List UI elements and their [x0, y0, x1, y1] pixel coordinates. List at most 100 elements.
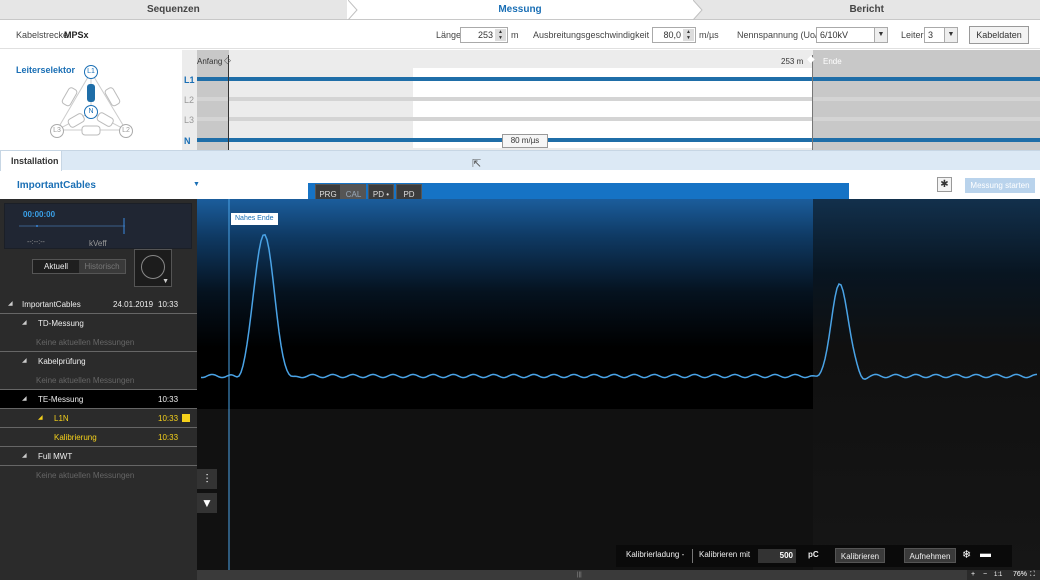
- node-l3[interactable]: L3: [50, 124, 64, 138]
- tab-strip: [0, 150, 1040, 170]
- chevron-down-icon: ▼: [162, 278, 169, 285]
- meter-dash: --:--:--: [27, 239, 45, 246]
- row-label-n: N: [184, 136, 191, 146]
- gear-icon: ✱: [940, 179, 949, 190]
- zoom-ratio[interactable]: 1:1: [994, 570, 1002, 580]
- kal-value-input[interactable]: 500: [758, 549, 796, 563]
- near-end-marker-label: Nahes Ende: [231, 213, 278, 225]
- aufnehmen-button[interactable]: Aufnehmen: [904, 548, 956, 563]
- conductor-line-l2[interactable]: [197, 97, 1040, 101]
- conductor-line-l1[interactable]: [197, 77, 1040, 81]
- speed-unit: m/µs: [699, 30, 719, 40]
- step-messung[interactable]: Messung: [346, 0, 694, 19]
- calibration-bar: Kalibrierladung - Kalibrieren mit 500 pC…: [616, 545, 1012, 567]
- mouse-cursor-icon: ⇱: [472, 158, 482, 170]
- tree-item-root[interactable]: ◢ ImportantCables 24.01.2019 10:33: [0, 295, 197, 314]
- laenge-input[interactable]: 253 ▲ ▼: [460, 27, 508, 43]
- spinner-arrows-icon[interactable]: ▲ ▼: [495, 29, 506, 41]
- tree-item-empty: Keine aktuellen Messungen: [36, 471, 135, 480]
- kalibrieren-button[interactable]: Kalibrieren: [835, 548, 885, 563]
- toggle-historisch[interactable]: Historisch: [79, 260, 125, 273]
- expand-triangle-icon[interactable]: ◢: [38, 409, 43, 428]
- conductor-line-n[interactable]: [197, 138, 1040, 142]
- leiter-select[interactable]: 3 ▼: [924, 27, 958, 43]
- start-handle-icon[interactable]: ◇: [224, 55, 231, 66]
- speed-label: Ausbreitungsgeschwindigkeit (v/2): [533, 30, 670, 40]
- pd-trace-line: [201, 233, 1038, 380]
- tree-item-kalibrierung[interactable]: Kalibrierung 10:33: [0, 428, 197, 447]
- chevron-down-icon: ▼: [944, 28, 957, 42]
- snowflake-icon[interactable]: ❄: [962, 548, 971, 561]
- tree-item-empty: Keine aktuellen Messungen: [0, 333, 197, 352]
- tree-item-empty: Keine aktuellen Messungen: [0, 371, 197, 390]
- laenge-label: Länge: [436, 30, 462, 40]
- fullscreen-icon[interactable]: ⛶: [1030, 570, 1035, 580]
- end-handle-icon[interactable]: ◆: [807, 54, 815, 65]
- voltage-meter: 00:00:00 --:--:-- kVeff: [4, 203, 192, 249]
- settings-button[interactable]: ✱: [937, 177, 952, 192]
- toggle-aktuell[interactable]: Aktuell: [33, 260, 79, 273]
- filter-icon[interactable]: ▼: [197, 493, 217, 513]
- pd-trace: [201, 199, 1038, 571]
- row-label-l1: L1: [184, 75, 195, 85]
- knob-dial-icon: [141, 255, 165, 279]
- node-l2[interactable]: L2: [119, 124, 133, 138]
- equalizer-icon[interactable]: ⫶: [197, 469, 217, 489]
- kal-unit: pC: [808, 550, 819, 559]
- folder-icon[interactable]: ▬: [980, 548, 991, 560]
- kabeldaten-button[interactable]: Kabeldaten: [969, 26, 1029, 44]
- step-arrow-icon: [693, 0, 703, 20]
- voltage-knob[interactable]: ▼: [134, 249, 172, 287]
- cable-label: Kabelstrecke: [16, 30, 69, 40]
- selected-marker-icon: [182, 414, 190, 422]
- node-l1[interactable]: L1: [84, 65, 98, 79]
- tree-item-kabelpruefung[interactable]: ◢ Kabelprüfung: [0, 352, 197, 371]
- row-label-l2: L2: [184, 95, 195, 105]
- plot-scrollbar[interactable]: |||: [197, 570, 967, 580]
- zoom-in-icon[interactable]: +: [971, 570, 975, 580]
- expand-triangle-icon[interactable]: ◢: [22, 352, 27, 371]
- speed-input[interactable]: 80,0 ▲ ▼: [652, 27, 696, 43]
- node-n[interactable]: N: [84, 105, 98, 119]
- conductor-line-l3[interactable]: [197, 117, 1040, 121]
- start-measurement-button[interactable]: Messung starten: [965, 178, 1035, 193]
- cable-params-bar: Kabelstrecke MPSx Länge 253 ▲ ▼ m Ausbrei…: [0, 21, 1040, 49]
- expand-triangle-icon[interactable]: ◢: [22, 447, 27, 466]
- tree-item-full-mwt[interactable]: ◢ Full MWT: [0, 447, 197, 466]
- speed-tooltip: 80 m/µs: [502, 134, 548, 148]
- end-marker-line[interactable]: [812, 55, 813, 150]
- kal-label: Kalibrierladung -: [626, 550, 685, 559]
- wizard-steps: Sequenzen Messung Bericht: [0, 0, 1040, 20]
- start-marker-line[interactable]: [228, 55, 229, 150]
- current-history-toggle[interactable]: Aktuell Historisch: [32, 259, 126, 274]
- ende-label: Ende: [823, 57, 842, 66]
- tree-item-td-messung[interactable]: ◢ TD-Messung: [0, 314, 197, 333]
- voltage-label: Nennspannung (Uo/U): [737, 30, 828, 40]
- anfang-label: Anfang: [197, 57, 223, 66]
- leiterselektor-panel: Leiterselektor L1 N L3 L2: [0, 50, 182, 150]
- measurement-sidebar: 00:00:00 --:--:-- kVeff Aktuell Historis…: [0, 199, 197, 580]
- chevron-down-icon[interactable]: ▼: [193, 181, 200, 188]
- tree-item-te-messung[interactable]: ◢ TE-Messung 10:33: [0, 390, 197, 409]
- tab-installation[interactable]: Installation: [0, 150, 62, 171]
- voltage-select[interactable]: 6/10kV ▼: [816, 27, 888, 43]
- kal-mit-label: Kalibrieren mit: [699, 550, 751, 559]
- zoom-out-icon[interactable]: −: [983, 570, 987, 580]
- expand-triangle-icon[interactable]: ◢: [22, 314, 27, 333]
- tree-item-l1n[interactable]: ◢ L1N 10:33: [0, 409, 197, 428]
- scroll-grip-icon[interactable]: |||: [577, 572, 582, 578]
- spinner-arrows-icon[interactable]: ▲ ▼: [683, 29, 694, 41]
- divider: [692, 549, 693, 563]
- row-label-l3: L3: [184, 115, 195, 125]
- step-sequenzen[interactable]: Sequenzen: [0, 0, 347, 19]
- pd-plot[interactable]: Nahes Ende ⫶ ▼: [197, 199, 1040, 571]
- step-arrow-icon: [348, 0, 358, 20]
- cable-value: MPSx: [64, 30, 89, 40]
- expand-triangle-icon[interactable]: ◢: [8, 295, 13, 314]
- expand-triangle-icon[interactable]: ◢: [22, 390, 27, 409]
- step-bericht[interactable]: Bericht: [693, 0, 1040, 19]
- installation-name[interactable]: ImportantCables: [17, 180, 96, 191]
- zoom-controls: + − 1:1 76% ⛶: [967, 570, 1040, 580]
- chevron-down-icon: ▼: [874, 28, 887, 42]
- laenge-unit: m: [511, 30, 519, 40]
